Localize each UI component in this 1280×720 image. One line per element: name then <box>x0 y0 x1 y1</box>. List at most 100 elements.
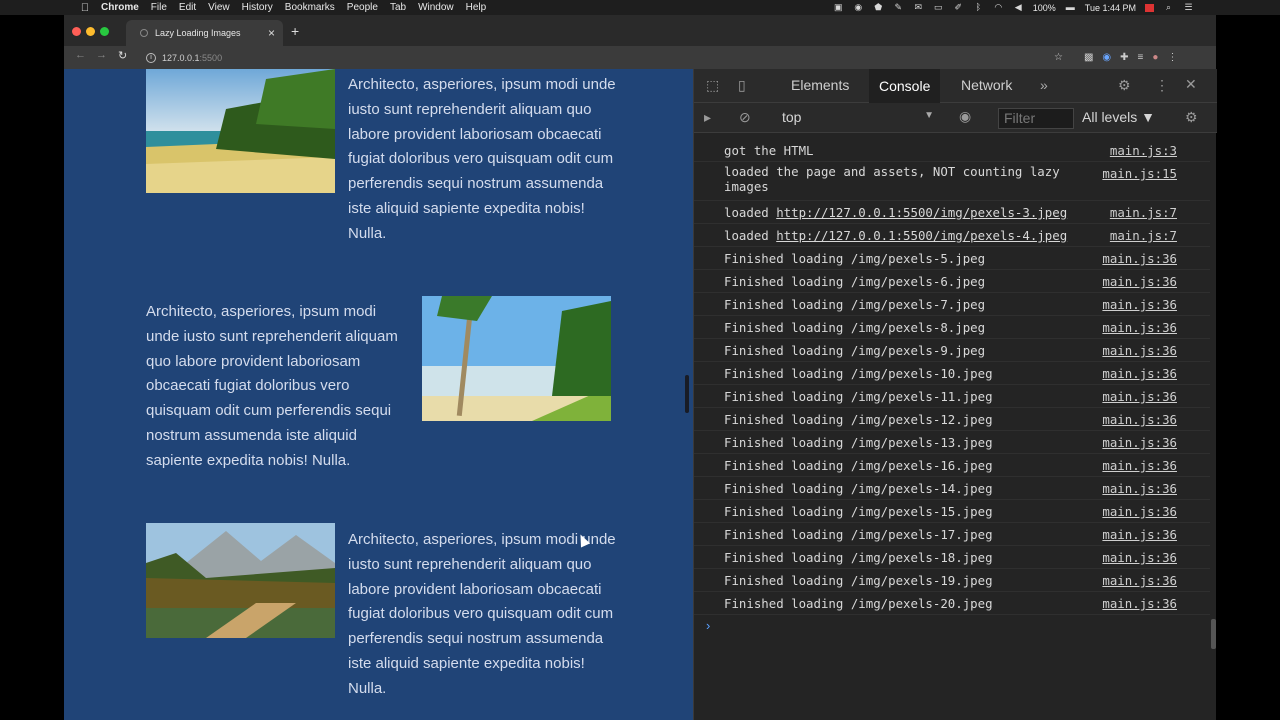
console-source-link[interactable]: main.js:36 <box>1102 573 1177 588</box>
console-scrollbar[interactable] <box>1211 619 1216 649</box>
console-source-link[interactable]: main.js:36 <box>1102 297 1177 312</box>
menu-file[interactable]: File <box>151 2 167 13</box>
extension-square-icon[interactable]: ▩ <box>1084 52 1093 63</box>
clear-console-icon[interactable]: ⊘ <box>739 109 751 126</box>
forward-arrow-icon[interactable]: → <box>96 49 107 61</box>
apple-menu-icon[interactable]:  <box>78 2 92 14</box>
browser-tab[interactable]: Lazy Loading Images × <box>126 20 283 46</box>
menu-history[interactable]: History <box>242 2 273 13</box>
console-row: Finished loading /img/pexels-20.jpeg main… <box>694 592 1210 615</box>
tab-elements[interactable]: Elements <box>791 77 849 103</box>
profile-avatar-icon[interactable]: ● <box>1152 52 1158 63</box>
console-source-link[interactable]: main.js:15 <box>1102 166 1177 181</box>
chrome-window: Lazy Loading Images × + ← → ↻ i 127.0.0.… <box>64 15 1217 720</box>
reload-icon[interactable]: ↻ <box>118 49 127 62</box>
pen-icon[interactable]: ✐ <box>953 3 964 12</box>
extensions-area: ☆ ▩ ◉ ✚ ≡ ● ⋮ <box>1054 51 1177 63</box>
tab-console[interactable]: Console <box>869 69 941 103</box>
globe-icon <box>140 29 148 37</box>
mail-icon[interactable]: ✉ <box>913 3 924 12</box>
console-source-link[interactable]: main.js:36 <box>1102 481 1177 496</box>
puzzle-extension-icon[interactable]: ✚ <box>1120 52 1128 63</box>
console-source-link[interactable]: main.js:36 <box>1102 343 1177 358</box>
menubar-clock[interactable]: Tue 1:44 PM <box>1085 3 1136 13</box>
display-icon[interactable]: ▭ <box>933 3 944 12</box>
console-source-link[interactable]: main.js:7 <box>1110 205 1177 220</box>
console-source-link[interactable]: main.js:36 <box>1102 550 1177 565</box>
console-source-link[interactable]: main.js:36 <box>1102 527 1177 542</box>
web-page-content: Architecto, asperiores, ipsum modi unde … <box>64 69 693 720</box>
input-source-flag-icon[interactable] <box>1145 3 1154 12</box>
more-tabs-icon[interactable]: » <box>1040 77 1048 103</box>
shield-icon[interactable]: ⬟ <box>873 3 884 12</box>
console-source-link[interactable]: main.js:7 <box>1110 228 1177 243</box>
devtools-resize-handle[interactable] <box>685 375 689 413</box>
console-source-link[interactable]: main.js:3 <box>1110 143 1177 158</box>
console-row: Finished loading /img/pexels-5.jpeg main.… <box>694 247 1210 270</box>
menu-view[interactable]: View <box>208 2 230 13</box>
devtools-tab-bar: ⬚ ▯ Elements Console Network » ⚙ ⋮ ✕ <box>694 69 1217 103</box>
console-row: loaded http://127.0.0.1:5500/img/pexels-… <box>694 201 1210 224</box>
battery-icon[interactable]: ▬ <box>1065 3 1076 12</box>
volume-icon[interactable]: ◀ <box>1013 3 1024 12</box>
wifi-icon[interactable]: ◠ <box>993 3 1004 12</box>
menu-bookmarks[interactable]: Bookmarks <box>285 2 335 13</box>
chrome-menu-kebab-icon[interactable]: ⋮ <box>1167 52 1177 63</box>
close-window-icon[interactable] <box>72 27 81 36</box>
playlist-extension-icon[interactable]: ≡ <box>1138 52 1144 63</box>
console-source-link[interactable]: main.js:36 <box>1102 274 1177 289</box>
camera-icon[interactable]: ◉ <box>853 3 864 12</box>
menu-tab[interactable]: Tab <box>390 2 406 13</box>
menu-app-chrome[interactable]: Chrome <box>101 2 139 13</box>
settings-gear-icon[interactable]: ⚙ <box>1118 77 1131 94</box>
console-source-link[interactable]: main.js:36 <box>1102 320 1177 335</box>
tab-title: Lazy Loading Images <box>155 28 241 38</box>
eye-live-expression-icon[interactable]: ◉ <box>959 108 971 125</box>
console-message: Finished loading /img/pexels-7.jpeg <box>724 297 986 312</box>
console-url-link[interactable]: http://127.0.0.1:5500/img/pexels-3.jpeg <box>776 205 1067 220</box>
screen-record-icon[interactable]: ▣ <box>833 3 844 12</box>
menu-edit[interactable]: Edit <box>179 2 196 13</box>
console-filter-input[interactable]: Filter <box>998 108 1074 129</box>
console-row: loaded the page and assets, NOT counting… <box>694 162 1210 201</box>
console-settings-gear-icon[interactable]: ⚙ <box>1185 109 1198 126</box>
context-selector[interactable]: top ▼ <box>782 109 934 127</box>
menu-help[interactable]: Help <box>466 2 487 13</box>
devtools-menu-kebab-icon[interactable]: ⋮ <box>1155 77 1169 94</box>
close-tab-icon[interactable]: × <box>268 26 275 40</box>
address-bar[interactable]: i 127.0.0.1:5500 <box>140 48 1080 67</box>
extension-circle-icon[interactable]: ◉ <box>1102 52 1111 63</box>
close-devtools-icon[interactable]: ✕ <box>1185 76 1197 93</box>
feather-icon[interactable]: ✎ <box>893 3 904 12</box>
console-url-link[interactable]: http://127.0.0.1:5500/img/pexels-4.jpeg <box>776 228 1067 243</box>
console-source-link[interactable]: main.js:36 <box>1102 389 1177 404</box>
console-source-link[interactable]: main.js:36 <box>1102 458 1177 473</box>
sidebar-toggle-icon[interactable]: ▸ <box>704 109 711 126</box>
inspect-element-icon[interactable]: ⬚ <box>706 77 719 94</box>
console-message: Finished loading /img/pexels-15.jpeg <box>724 504 993 519</box>
log-levels-dropdown[interactable]: All levels ▼ <box>1082 109 1155 125</box>
spotlight-search-icon[interactable]: ⌕ <box>1163 3 1174 12</box>
console-source-link[interactable]: main.js:36 <box>1102 435 1177 450</box>
console-source-link[interactable]: main.js:36 <box>1102 251 1177 266</box>
new-tab-plus-icon[interactable]: + <box>291 23 299 39</box>
minimize-window-icon[interactable] <box>86 27 95 36</box>
console-source-link[interactable]: main.js:36 <box>1102 412 1177 427</box>
zoom-window-icon[interactable] <box>100 27 109 36</box>
notification-center-icon[interactable]: ☰ <box>1183 3 1194 12</box>
console-source-link[interactable]: main.js:36 <box>1102 366 1177 381</box>
console-source-link[interactable]: main.js:36 <box>1102 504 1177 519</box>
menu-window[interactable]: Window <box>418 2 454 13</box>
info-icon[interactable]: i <box>146 52 156 63</box>
devtools-panel: ⬚ ▯ Elements Console Network » ⚙ ⋮ ✕ ▸ ⊘… <box>693 69 1217 720</box>
menu-people[interactable]: People <box>347 2 378 13</box>
tab-network[interactable]: Network <box>961 77 1012 103</box>
bookmark-star-icon[interactable]: ☆ <box>1054 52 1063 63</box>
console-message: Finished loading /img/pexels-6.jpeg <box>724 274 986 289</box>
back-arrow-icon[interactable]: ← <box>75 49 86 61</box>
console-message: Finished loading /img/pexels-17.jpeg <box>724 527 993 542</box>
console-source-link[interactable]: main.js:36 <box>1102 596 1177 611</box>
console-prompt-icon[interactable]: › <box>706 618 710 633</box>
device-toolbar-icon[interactable]: ▯ <box>738 77 746 94</box>
bluetooth-icon[interactable]: ᛒ <box>973 3 984 12</box>
